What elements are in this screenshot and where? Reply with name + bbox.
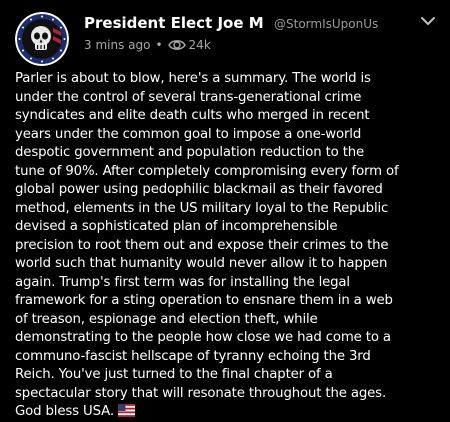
post-body-line: method, elements in the US military loya… xyxy=(15,200,389,216)
author-name[interactable]: President Elect Joe M xyxy=(84,14,264,32)
post-body: Parler is about to blow, here's a summar… xyxy=(15,70,443,422)
post-body-line: devised a sophisticated plan of incompre… xyxy=(15,219,338,234)
author-handle[interactable]: @StormIsUponUs xyxy=(274,17,378,31)
post-body-line: Reich. You've just turned to the final c… xyxy=(15,367,333,382)
post-timestamp: 3 mins ago xyxy=(84,38,151,52)
post-body-line: spectacular story that will resonate thr… xyxy=(15,385,387,401)
post-body-line: under the control of several trans-gener… xyxy=(15,89,362,105)
views-eye-icon xyxy=(167,40,186,50)
avatar[interactable] xyxy=(15,12,69,66)
skull-flag-avatar-icon xyxy=(15,12,69,66)
post-body-line: again. Trump's first term was for instal… xyxy=(15,274,350,290)
post-body-line: precision to root them out and expose th… xyxy=(15,237,389,253)
post-body-line: world such that humanity would never all… xyxy=(15,256,388,271)
post-body-line: of treason, espionage and election theft… xyxy=(15,311,318,327)
post-body-line: framework for a sting operation to ensna… xyxy=(15,293,393,308)
post-body-line: years under the common goal to impose a … xyxy=(15,126,362,142)
post-body-line: Parler is about to blow, here's a summar… xyxy=(15,71,371,86)
us-flag-icon xyxy=(117,404,135,417)
post-body-line: demonstrating to the people how close we… xyxy=(15,330,391,345)
more-options-button[interactable] xyxy=(416,11,440,31)
post-body-line: despotic government and population reduc… xyxy=(15,145,365,160)
meta-separator: • xyxy=(155,38,163,52)
post-meta: 3 mins ago • 24k xyxy=(84,38,211,52)
post-body-line-last: God bless USA. xyxy=(15,403,443,422)
post-body-line: global power using pedophilic blackmail … xyxy=(15,182,383,197)
more-options-icon xyxy=(421,17,435,25)
post-card: President Elect Joe M @StormIsUponUs 3 m… xyxy=(0,0,450,419)
post-body-line: syndicates and elite death cults who mer… xyxy=(15,108,370,123)
post-body-line-text: God bless USA. xyxy=(15,404,114,419)
post-body-line: tune of 90%. After completely compromisi… xyxy=(15,163,399,179)
post-body-line: communo-fascist hellscape of tyranny ech… xyxy=(15,348,371,364)
view-count: 24k xyxy=(188,38,211,52)
